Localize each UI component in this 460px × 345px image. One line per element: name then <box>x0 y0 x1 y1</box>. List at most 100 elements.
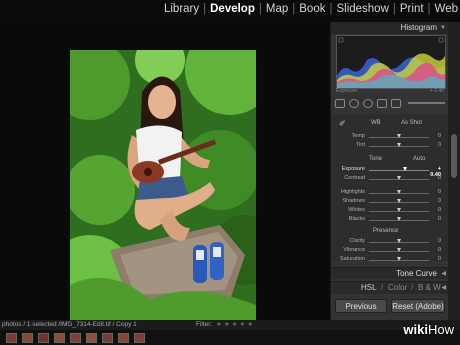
filmstrip-thumbnail[interactable] <box>86 333 97 343</box>
hsl-tab[interactable]: HSL <box>361 282 377 294</box>
module-book[interactable]: Book <box>299 3 325 15</box>
clarity-value: 0 <box>437 238 441 244</box>
module-slideshow[interactable]: Slideshow <box>336 3 388 15</box>
blacks-value: 0 <box>437 216 441 222</box>
module-print[interactable]: Print <box>400 3 424 15</box>
filmstrip-thumbnail[interactable] <box>134 333 145 343</box>
filmstrip-thumbnail[interactable] <box>118 333 129 343</box>
tone-label: Tone <box>369 156 383 162</box>
vibrance-label: Vibrance <box>343 247 365 253</box>
graduated-filter-icon[interactable] <box>377 98 387 108</box>
filmstrip-thumbnail[interactable] <box>38 333 49 343</box>
filmstrip[interactable] <box>0 330 460 345</box>
tool-strip <box>335 96 445 110</box>
blacks-label: Blacks <box>348 216 365 222</box>
adjustment-brush-icon[interactable] <box>391 98 401 108</box>
histogram-readout-value: + 0.40 <box>429 88 444 94</box>
shadows-value: 0 <box>437 198 441 204</box>
watermark-how: How <box>427 322 454 337</box>
shadows-slider-knob[interactable] <box>397 199 401 203</box>
saturation-value: 0 <box>437 256 441 262</box>
collapse-triangle-icon[interactable]: ◀ <box>441 282 446 294</box>
hsl-header[interactable]: HSL / Color / B & W ◀ <box>331 281 449 294</box>
vibrance-value: 0 <box>437 247 441 253</box>
module-separator: | <box>203 3 207 15</box>
histogram-graph[interactable] <box>336 35 446 89</box>
module-separator: | <box>427 3 431 15</box>
exposure-label: Exposure <box>341 166 365 172</box>
clarity-label: Clarity <box>349 238 365 244</box>
clarity-slider-knob[interactable] <box>397 239 401 243</box>
contrast-value: 0 <box>437 175 441 181</box>
whites-slider-knob[interactable] <box>397 208 401 212</box>
contrast-label: Contrast <box>344 175 365 181</box>
module-web[interactable]: Web <box>435 3 458 15</box>
photo-preview[interactable] <box>70 50 256 331</box>
histogram-header[interactable]: Histogram ▼ <box>331 22 449 34</box>
module-list: Library | Develop | Map | Book | Slidesh… <box>164 3 458 15</box>
wb-label: WB <box>371 120 381 126</box>
module-picker: Library | Develop | Map | Book | Slidesh… <box>0 0 460 22</box>
whites-label: Whites <box>348 207 365 213</box>
filmstrip-thumbnail[interactable] <box>22 333 33 343</box>
rating-filter-stars-icon[interactable]: ★★★★★ <box>216 320 255 330</box>
filmstrip-thumbnail[interactable] <box>70 333 81 343</box>
watermark-wiki: wiki <box>403 322 428 337</box>
contrast-slider-knob[interactable] <box>397 176 401 180</box>
blacks-slider-knob[interactable] <box>397 217 401 221</box>
image-canvas[interactable] <box>0 22 330 331</box>
saturation-slider-knob[interactable] <box>397 257 401 261</box>
tint-value: 0 <box>437 142 441 148</box>
reset-button[interactable]: Reset (Adobe) <box>391 299 445 313</box>
basic-panel: ✐ WB As Shot Temp 0 Tint 0 Tone Auto Exp… <box>331 114 449 262</box>
histogram-curves <box>337 36 445 88</box>
temp-value: 0 <box>437 133 441 139</box>
filter-label: Filter: <box>196 321 213 328</box>
develop-right-panel: Histogram ▼ Exposure + 0.40 ✐ WB As Shot… <box>330 22 449 320</box>
photo-image <box>70 50 256 331</box>
tone-curve-label: Tone Curve <box>396 269 437 278</box>
histogram-title: Histogram <box>400 23 437 32</box>
previous-button[interactable]: Previous <box>335 299 387 313</box>
collapse-triangle-icon[interactable]: ▼ <box>440 22 446 34</box>
module-separator: | <box>392 3 396 15</box>
crop-icon[interactable] <box>335 98 345 108</box>
temp-label: Temp <box>351 133 365 139</box>
highlights-value: 0 <box>437 189 441 195</box>
color-tab[interactable]: Color <box>388 282 407 294</box>
white-balance-picker-icon[interactable]: ✐ <box>339 119 346 128</box>
filmstrip-thumbnail[interactable] <box>6 333 17 343</box>
tone-auto-button[interactable]: Auto <box>413 156 425 162</box>
tint-slider-knob[interactable] <box>397 143 401 147</box>
tone-curve-header[interactable]: Tone Curve ◀ <box>331 267 449 279</box>
red-eye-icon[interactable] <box>363 98 373 108</box>
whites-value: 0 <box>437 207 441 213</box>
filmstrip-header: photos / 1 selected /IMG_7314-Edit.tif /… <box>0 320 460 330</box>
filmstrip-source-path[interactable]: photos / 1 selected /IMG_7314-Edit.tif /… <box>2 320 137 330</box>
tab-separator: / <box>381 283 384 292</box>
histogram-readout-label: Exposure <box>336 88 358 94</box>
module-library[interactable]: Library <box>164 3 199 15</box>
vibrance-slider-knob[interactable] <box>397 248 401 252</box>
collapse-triangle-icon[interactable]: ◀ <box>441 268 446 280</box>
saturation-label: Saturation <box>339 256 365 262</box>
filmstrip-thumbnail[interactable] <box>102 333 113 343</box>
temp-slider-knob[interactable] <box>397 134 401 138</box>
presence-label: Presence <box>373 228 399 234</box>
bw-tab[interactable]: B & W <box>418 282 441 294</box>
tool-strip-slider[interactable] <box>408 102 445 104</box>
exposure-slider-knob[interactable] <box>403 167 407 171</box>
wikihow-watermark: wikiHow <box>403 322 454 337</box>
highlights-slider-knob[interactable] <box>397 190 401 194</box>
module-separator: | <box>258 3 262 15</box>
exposure-slider[interactable] <box>369 170 429 171</box>
highlights-label: Highlights <box>340 189 365 195</box>
module-separator: | <box>292 3 296 15</box>
wb-value[interactable]: As Shot <box>401 120 422 126</box>
panel-scrollbar-thumb[interactable] <box>451 134 457 178</box>
module-map[interactable]: Map <box>266 3 288 15</box>
spot-removal-icon[interactable] <box>349 98 359 108</box>
module-develop[interactable]: Develop <box>210 3 255 15</box>
filmstrip-thumbnail[interactable] <box>54 333 65 343</box>
module-separator: | <box>329 3 333 15</box>
